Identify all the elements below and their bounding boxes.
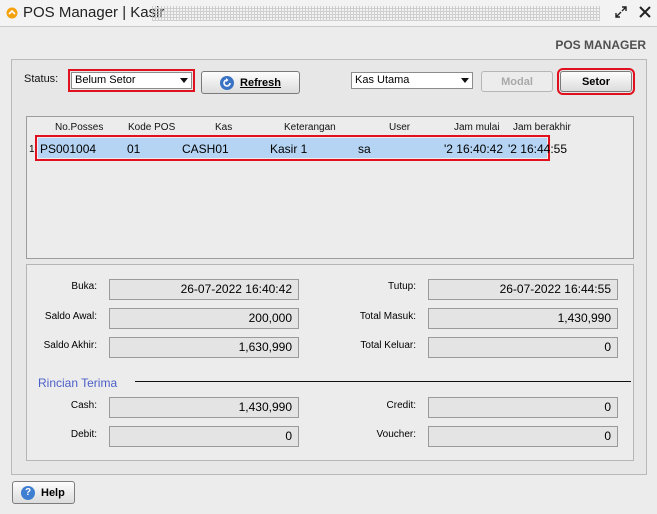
section-divider [135, 381, 631, 382]
help-label: Help [41, 486, 65, 499]
column-header-jam-mulai[interactable]: Jam mulai [454, 122, 500, 133]
kas-dropdown[interactable]: Kas Utama [351, 72, 473, 89]
saldo-awal-label: Saldo Awal: [44, 311, 97, 322]
help-button[interactable]: ? Help [12, 481, 75, 504]
cash-field: 1,430,990 [109, 397, 299, 418]
debit-label: Debit: [70, 429, 97, 440]
refresh-icon [220, 75, 235, 90]
saldo-akhir-field: 1,630,990 [109, 337, 299, 358]
page-title: POS MANAGER [555, 38, 646, 52]
credit-label: Credit: [386, 400, 416, 411]
cell-no-posses: PS001004 [40, 142, 97, 156]
buka-label: Buka: [71, 281, 97, 292]
chevron-down-icon [461, 78, 469, 83]
restore-icon[interactable] [612, 3, 630, 21]
close-icon[interactable] [636, 3, 654, 21]
rincian-terima-heading: Rincian Terima [38, 376, 118, 390]
modal-button[interactable]: Modal [481, 71, 553, 92]
refresh-label: Refresh [240, 76, 281, 89]
buka-field: 26-07-2022 16:40:42 [109, 279, 299, 300]
voucher-field: 0 [428, 426, 618, 447]
cell-user: sa [358, 142, 371, 156]
cell-jam-berakhir: '2 16:44:55 [508, 142, 568, 156]
total-keluar-label: Total Keluar: [360, 340, 416, 351]
saldo-akhir-label: Saldo Akhir: [43, 340, 97, 351]
tutup-label: Tutup: [388, 281, 416, 292]
cell-keterangan: Kasir 1 [270, 142, 308, 156]
column-header-kode-pos[interactable]: Kode POS [128, 122, 175, 133]
cell-jam-mulai: '2 16:40:42 [444, 142, 504, 156]
cell-kode-pos: 01 [127, 142, 141, 156]
status-dropdown-value: Belum Setor [75, 74, 136, 86]
total-masuk-field: 1,430,990 [428, 308, 618, 329]
help-icon: ? [21, 485, 35, 500]
voucher-label: Voucher: [376, 429, 416, 440]
title-bar: POS Manager | Kasir [0, 0, 657, 27]
window-title: POS Manager | Kasir [23, 4, 165, 21]
saldo-awal-field: 200,000 [109, 308, 299, 329]
row-number: 1 [29, 144, 35, 155]
chevron-down-icon [180, 78, 188, 83]
total-keluar-field: 0 [428, 337, 618, 358]
total-masuk-label: Total Masuk: [359, 311, 416, 322]
column-header-no-posses[interactable]: No.Posses [55, 122, 103, 133]
debit-field: 0 [109, 426, 299, 447]
column-header-user[interactable]: User [389, 122, 410, 133]
column-header-kas[interactable]: Kas [215, 122, 232, 133]
refresh-button[interactable]: Refresh [201, 71, 300, 94]
setor-button[interactable]: Setor [557, 68, 635, 95]
title-bar-grip [152, 6, 600, 21]
cell-kas: CASH01 [182, 142, 229, 156]
kas-dropdown-value: Kas Utama [355, 74, 410, 86]
cash-label: Cash: [70, 400, 97, 411]
column-header-jam-berakhir[interactable]: Jam berakhir [513, 122, 571, 133]
column-header-keterangan[interactable]: Keterangan [284, 122, 336, 133]
status-label: Status: [24, 73, 59, 85]
credit-field: 0 [428, 397, 618, 418]
app-icon [6, 7, 18, 19]
status-dropdown[interactable]: Belum Setor [68, 69, 195, 92]
tutup-field: 26-07-2022 16:44:55 [428, 279, 618, 300]
